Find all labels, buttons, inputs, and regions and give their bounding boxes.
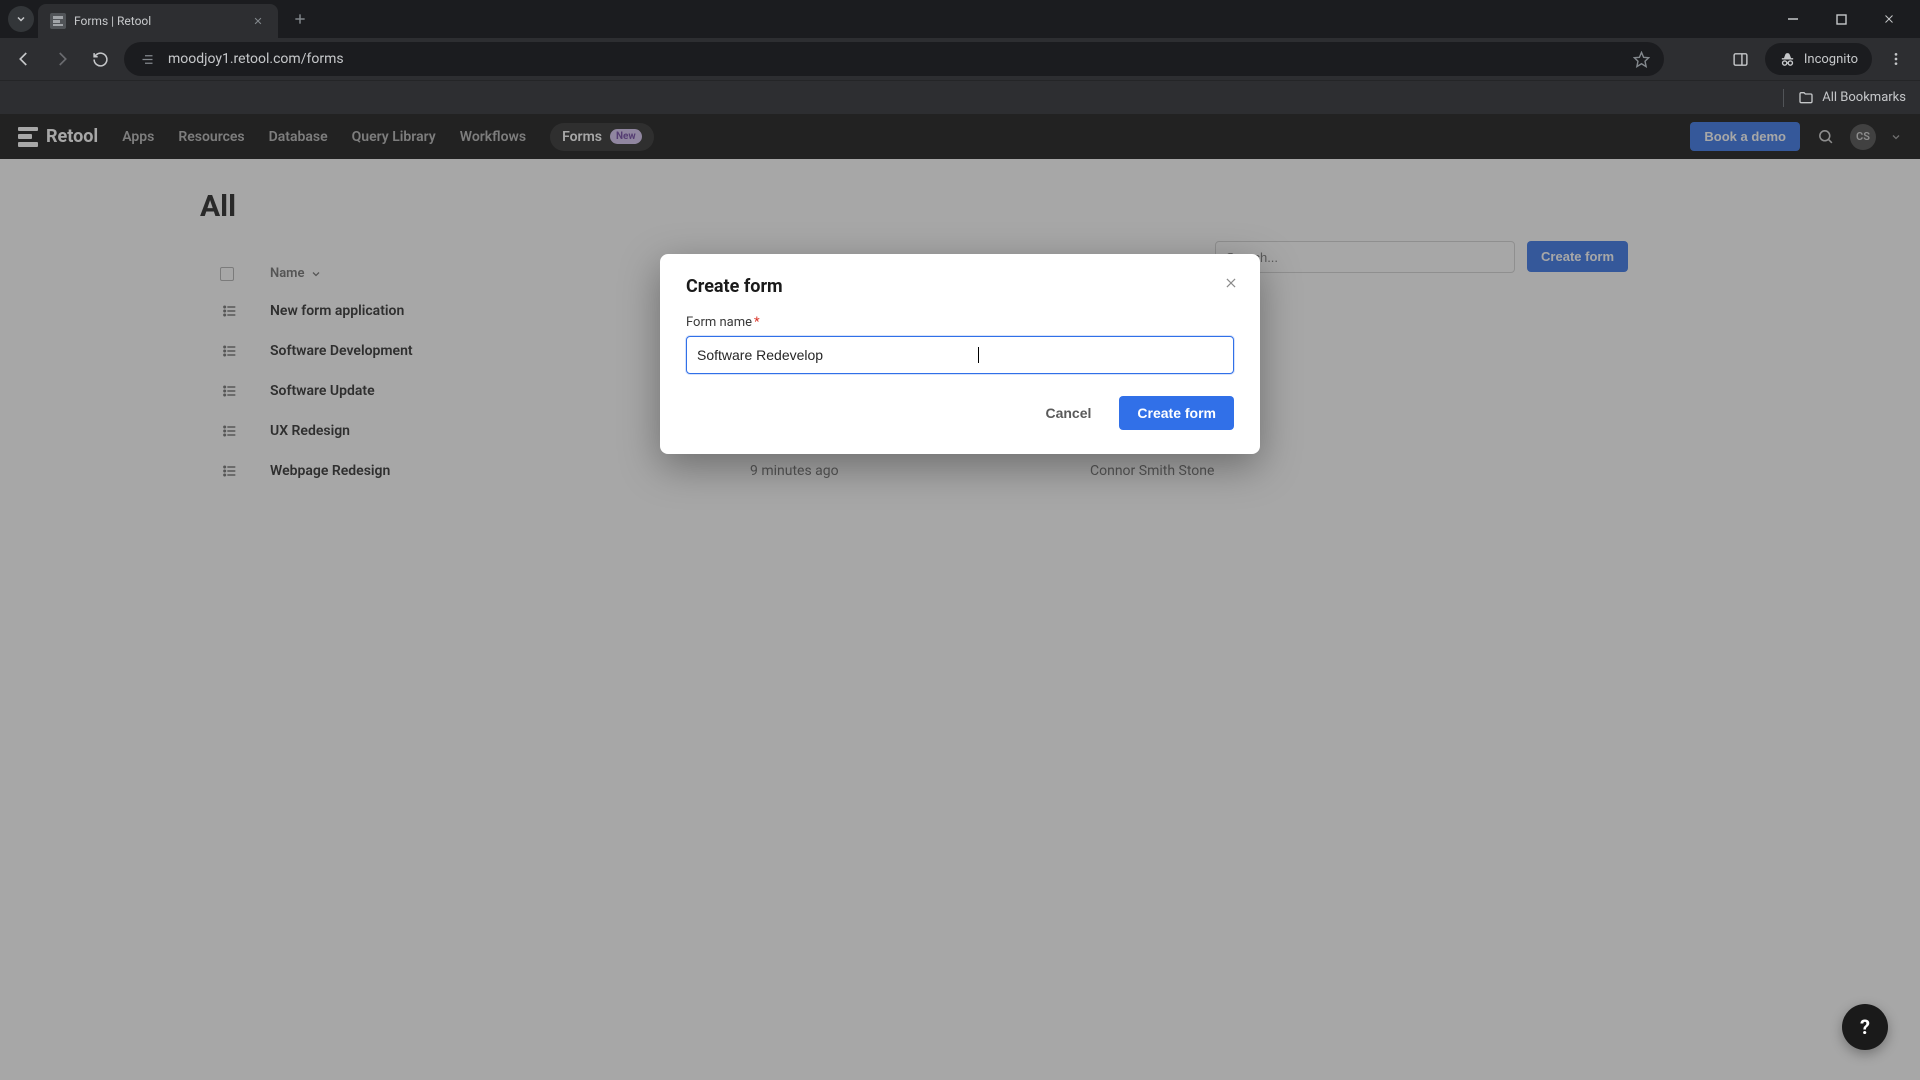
modal-title: Create form <box>686 276 1234 297</box>
cancel-button[interactable]: Cancel <box>1031 396 1105 430</box>
incognito-icon <box>1779 51 1796 68</box>
browser-toolbar: moodjoy1.retool.com/forms Incognito <box>0 38 1920 80</box>
window-maximize-button[interactable] <box>1826 4 1856 34</box>
folder-icon <box>1798 90 1814 106</box>
text-cursor <box>978 347 979 363</box>
omnibox[interactable]: moodjoy1.retool.com/forms <box>124 42 1664 76</box>
question-mark-icon: ? <box>1860 1015 1870 1039</box>
create-form-modal: Create form Form name* Cancel Create for… <box>660 254 1260 454</box>
page-viewport: Retool Apps Resources Database Query Lib… <box>0 114 1920 1080</box>
form-name-label-text: Form name <box>686 315 752 330</box>
required-asterisk: * <box>754 315 760 330</box>
modal-close-button[interactable] <box>1220 272 1242 294</box>
window-controls <box>1778 4 1912 34</box>
all-bookmarks-link[interactable]: All Bookmarks <box>1822 90 1906 105</box>
window-minimize-button[interactable] <box>1778 4 1808 34</box>
nav-back-button[interactable] <box>10 45 38 73</box>
help-fab[interactable]: ? <box>1842 1004 1888 1050</box>
browser-tabstrip: Forms | Retool <box>0 0 1920 38</box>
incognito-label: Incognito <box>1804 52 1858 67</box>
tab-favicon <box>50 13 66 29</box>
new-tab-button[interactable] <box>286 5 314 33</box>
omnibox-url: moodjoy1.retool.com/forms <box>168 51 1620 67</box>
incognito-chip[interactable]: Incognito <box>1765 43 1872 75</box>
tab-search-button[interactable] <box>8 6 34 32</box>
submit-create-form-button[interactable]: Create form <box>1119 396 1234 430</box>
bookmarks-bar: All Bookmarks <box>0 80 1920 114</box>
form-name-label: Form name* <box>686 315 1234 330</box>
site-info-icon[interactable] <box>138 50 156 68</box>
tab-title: Forms | Retool <box>74 14 242 28</box>
browser-menu-button[interactable] <box>1882 45 1910 73</box>
divider <box>1783 89 1784 107</box>
form-name-input[interactable] <box>686 336 1234 374</box>
tab-close-button[interactable] <box>250 13 266 29</box>
bookmark-star-icon[interactable] <box>1632 50 1650 68</box>
modal-overlay[interactable]: Create form Form name* Cancel Create for… <box>0 114 1920 1080</box>
window-close-button[interactable] <box>1874 4 1904 34</box>
modal-actions: Cancel Create form <box>686 396 1234 430</box>
side-panel-button[interactable] <box>1727 45 1755 73</box>
nav-reload-button[interactable] <box>86 45 114 73</box>
browser-tab[interactable]: Forms | Retool <box>38 4 278 38</box>
nav-forward-button[interactable] <box>48 45 76 73</box>
